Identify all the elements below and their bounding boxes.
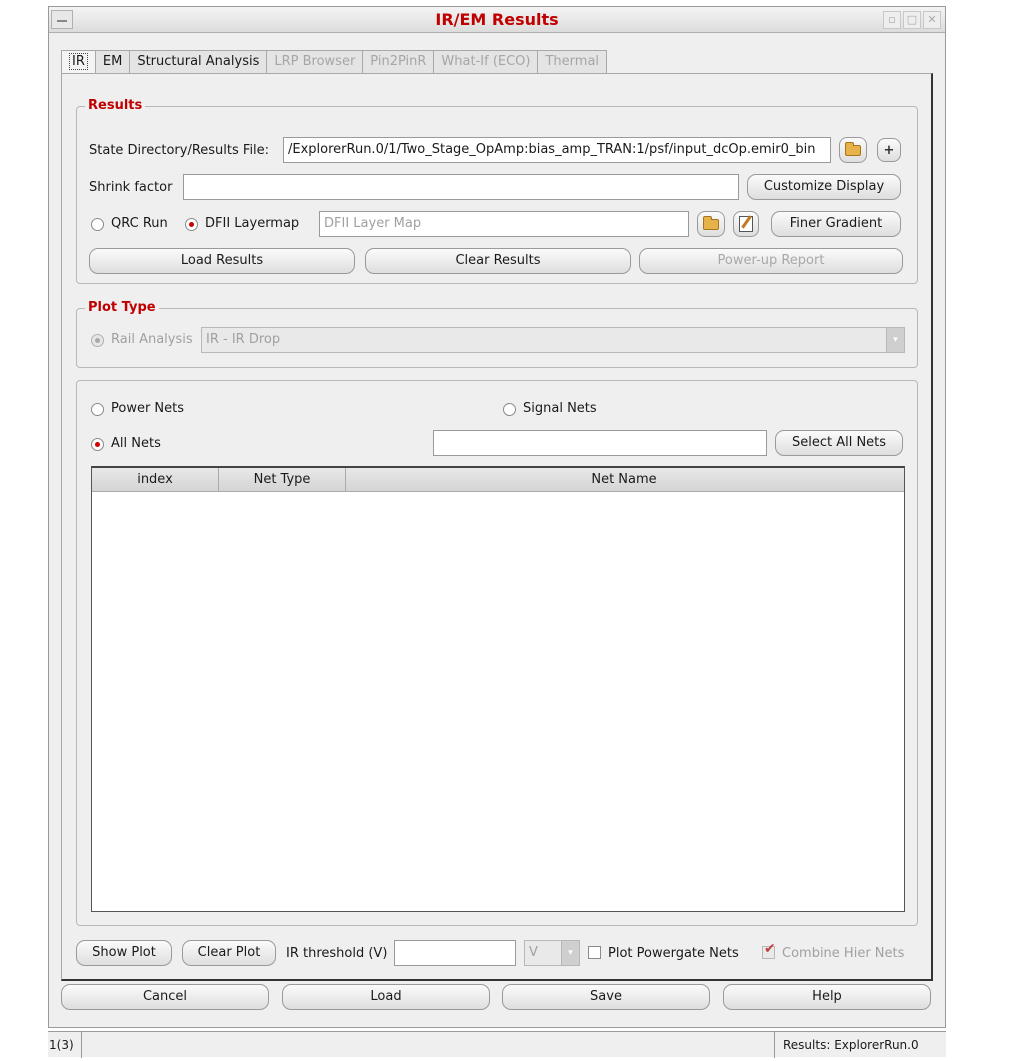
state-directory-label: State Directory/Results File: — [89, 143, 270, 158]
power-up-report-button: Power-up Report — [639, 248, 903, 274]
results-group: Results State Directory/Results File: /E… — [76, 98, 918, 284]
save-button[interactable]: Save — [502, 984, 710, 1010]
tab-em[interactable]: EM — [94, 50, 131, 74]
window-controls: ▫ □ ✕ — [883, 11, 941, 29]
customize-display-button[interactable]: Customize Display — [747, 174, 901, 200]
rail-analysis-radio — [91, 334, 104, 347]
load-results-button[interactable]: Load Results — [89, 248, 355, 274]
cancel-button[interactable]: Cancel — [61, 984, 269, 1010]
column-header-index[interactable]: index — [92, 468, 219, 492]
edit-icon — [739, 216, 753, 232]
net-filter-input[interactable] — [433, 430, 767, 456]
qrc-run-radio[interactable] — [91, 218, 104, 231]
rail-analysis-label: Rail Analysis — [111, 332, 193, 347]
browse-results-button[interactable] — [839, 137, 867, 163]
tab-what-if-eco: What-If (ECO) — [433, 50, 539, 74]
show-plot-button[interactable]: Show Plot — [76, 940, 172, 966]
results-legend: Results — [85, 98, 146, 113]
qrc-run-label[interactable]: QRC Run — [111, 216, 168, 231]
threshold-unit-value: V — [529, 945, 538, 960]
clear-plot-button[interactable]: Clear Plot — [182, 940, 276, 966]
plot-type-selected: IR - IR Drop — [206, 332, 281, 347]
clear-results-button[interactable]: Clear Results — [365, 248, 631, 274]
status-count: 1(3) — [48, 1032, 82, 1058]
browse-layermap-button[interactable] — [697, 211, 725, 237]
shrink-factor-label: Shrink factor — [89, 180, 173, 195]
signal-nets-radio[interactable] — [503, 403, 516, 416]
tab-structural-analysis[interactable]: Structural Analysis — [129, 50, 268, 74]
nets-group: Power Nets Signal Nets All Nets Select A… — [76, 380, 918, 926]
nets-table[interactable]: index Net Type Net Name — [91, 466, 905, 912]
plot-powergate-checkbox[interactable] — [588, 946, 601, 959]
ir-tab-panel: Results State Directory/Results File: /E… — [61, 73, 933, 981]
folder-icon — [703, 215, 719, 230]
select-all-nets-button[interactable]: Select All Nets — [775, 430, 903, 456]
minimize-icon[interactable]: ▫ — [883, 11, 901, 29]
finer-gradient-button[interactable]: Finer Gradient — [771, 211, 901, 237]
nets-table-header: index Net Type Net Name — [92, 468, 904, 492]
column-header-net-type[interactable]: Net Type — [219, 468, 346, 492]
signal-nets-label[interactable]: Signal Nets — [523, 401, 597, 416]
maximize-icon[interactable]: □ — [903, 11, 921, 29]
all-nets-label[interactable]: All Nets — [111, 436, 161, 451]
threshold-unit-select: V ▾ — [524, 940, 580, 966]
add-results-button[interactable]: + — [877, 138, 901, 162]
all-nets-radio[interactable] — [91, 438, 104, 451]
power-nets-radio[interactable] — [91, 403, 104, 416]
help-button[interactable]: Help — [723, 984, 931, 1010]
column-header-net-name[interactable]: Net Name — [346, 468, 902, 492]
close-icon[interactable]: ✕ — [923, 11, 941, 29]
folder-icon — [845, 141, 861, 156]
plus-icon: + — [883, 142, 895, 158]
plot-type-legend: Plot Type — [85, 300, 159, 315]
layer-map-input[interactable]: DFII Layer Map — [319, 211, 689, 237]
combine-hier-label: Combine Hier Nets — [782, 946, 905, 961]
power-nets-label[interactable]: Power Nets — [111, 401, 184, 416]
combine-hier-checkbox: ✔ — [762, 942, 776, 959]
window-title: IR/EM Results — [435, 10, 559, 29]
ir-threshold-label: IR threshold (V) — [286, 946, 388, 961]
dfii-layermap-radio[interactable] — [185, 218, 198, 231]
edit-layermap-button[interactable] — [733, 211, 759, 237]
load-button[interactable]: Load — [282, 984, 490, 1010]
check-icon: ✔ — [764, 941, 776, 957]
title-bar[interactable]: IR/EM Results ▫ □ ✕ — [49, 7, 945, 33]
tab-pin2pinr: Pin2PinR — [362, 50, 435, 74]
status-bar: 1(3) Results: ExplorerRun.0 — [48, 1031, 946, 1058]
state-directory-field[interactable]: /ExplorerRun.0/1/Two_Stage_OpAmp:bias_am… — [283, 137, 831, 163]
chevron-down-icon: ▾ — [561, 941, 579, 965]
plot-type-select: IR - IR Drop ▾ — [201, 327, 905, 353]
tab-bar: IR EM Structural Analysis LRP Browser Pi… — [61, 50, 608, 76]
tab-lrp-browser: LRP Browser — [266, 50, 364, 74]
plot-powergate-label[interactable]: Plot Powergate Nets — [608, 946, 739, 961]
ir-em-results-window: IR/EM Results ▫ □ ✕ IR EM Structural Ana… — [48, 6, 946, 1028]
chevron-down-icon: ▾ — [886, 328, 904, 352]
plot-type-group: Plot Type Rail Analysis IR - IR Drop ▾ — [76, 300, 918, 368]
dfii-layermap-label[interactable]: DFII Layermap — [205, 216, 299, 231]
tab-thermal: Thermal — [537, 50, 608, 74]
status-results: Results: ExplorerRun.0 — [774, 1032, 946, 1058]
shrink-factor-input[interactable] — [183, 174, 739, 200]
ir-threshold-input[interactable] — [394, 940, 516, 966]
tab-ir-label: IR — [69, 53, 88, 70]
